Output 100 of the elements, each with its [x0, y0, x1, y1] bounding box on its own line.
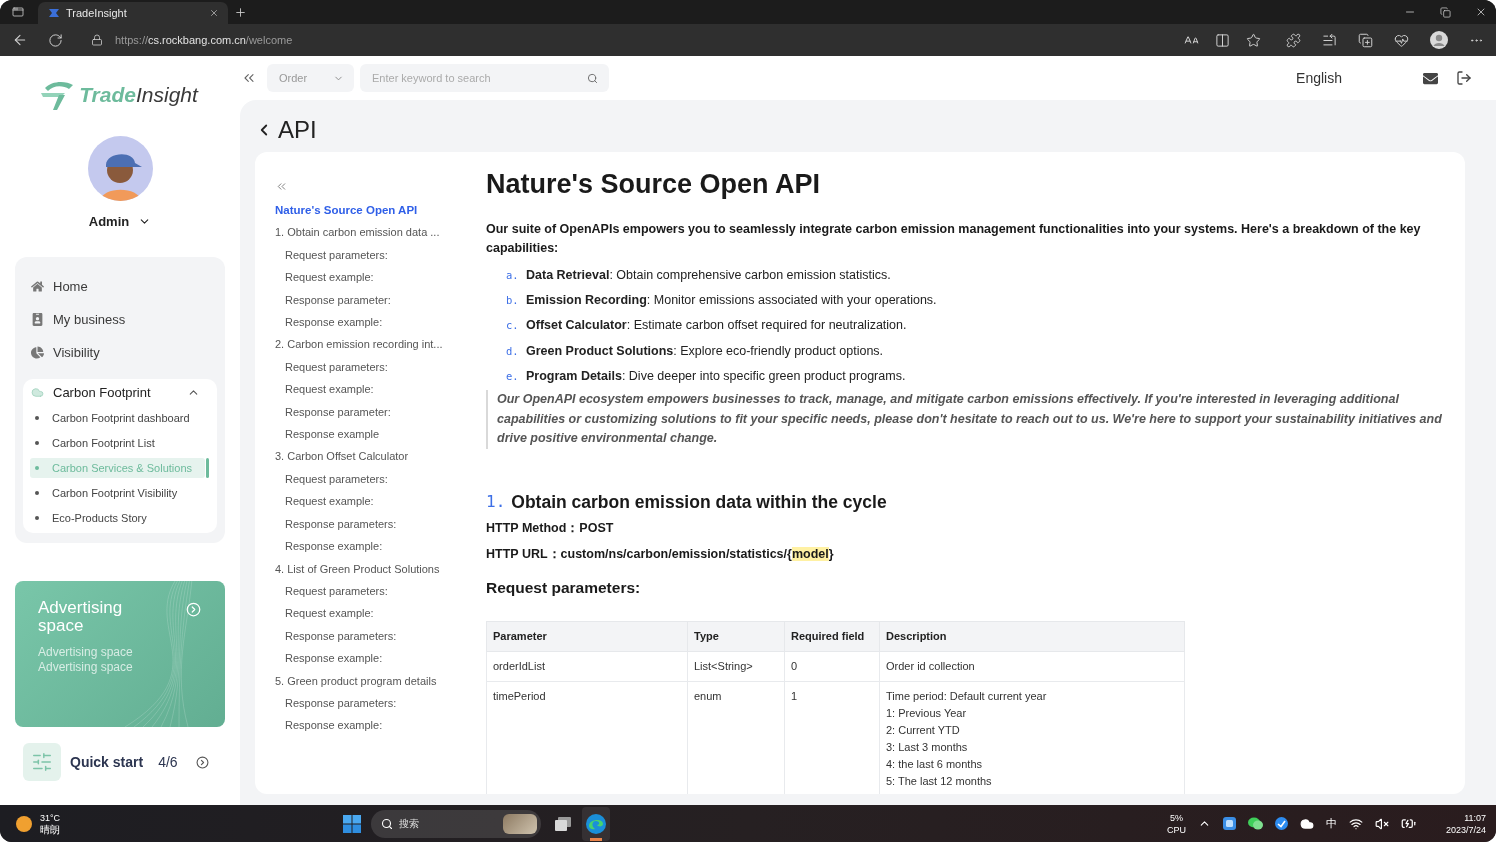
table-cell: Order id collection	[879, 651, 1185, 682]
toc-link[interactable]: 1. Obtain carbon emission data ...	[275, 221, 486, 244]
search-icon[interactable]	[587, 72, 598, 84]
toc-link[interactable]: Request parameters:	[275, 579, 486, 603]
toc-link[interactable]: Request example:	[275, 378, 486, 401]
sliders-icon	[23, 743, 61, 781]
toc-link[interactable]: 2. Carbon emission recording int...	[275, 333, 486, 356]
wifi-icon[interactable]	[1348, 816, 1363, 831]
ad-title: Advertising space	[38, 599, 124, 635]
table-header-cell: Required field	[784, 621, 880, 652]
bullet-icon	[35, 415, 39, 420]
toc-link[interactable]: Response example:	[275, 311, 486, 334]
cloud-icon[interactable]	[1299, 816, 1314, 831]
note-quote: Our OpenAPI ecosystem empowers businesses to track, manage, and mitigate carbon emissions effectively. If you're interested in leveraging additional capabilities or customizing solutions to fit your specific needs, please don't hesitate to reach out to us. We're here to support your sustainability initiatives and drive positive environmental change.	[486, 390, 1445, 449]
nav-group-header[interactable]: Carbon Footprint	[30, 379, 210, 405]
toc-link[interactable]: Response example:	[275, 714, 486, 737]
list-marker: e.	[506, 369, 520, 382]
close-icon[interactable]	[209, 8, 219, 18]
back-icon[interactable]	[12, 32, 28, 48]
toc-link[interactable]: Response parameter:	[275, 400, 486, 424]
lock-icon[interactable]	[91, 34, 103, 46]
toc-link[interactable]: Response parameters:	[275, 691, 486, 715]
chevron-circle-icon[interactable]	[195, 755, 209, 769]
start-icon[interactable]	[343, 814, 361, 833]
table-header-cell: Parameter	[486, 621, 688, 652]
copy-plus-icon[interactable]	[1358, 32, 1373, 48]
quick-start-title: Quick start	[70, 754, 144, 770]
chat-bubbles-icon[interactable]	[1247, 817, 1263, 830]
http-method: HTTP Method：POST	[486, 520, 615, 537]
section-title: Obtain carbon emission data within the cycle	[511, 491, 887, 514]
table-header-cell: Type	[687, 621, 785, 652]
app-tile-icon[interactable]	[1222, 817, 1236, 830]
mail-icon[interactable]	[1423, 70, 1438, 86]
toc-link[interactable]: 3. Carbon Offset Calculator	[275, 445, 486, 468]
weather-condition: 晴朗	[40, 823, 60, 836]
battery-icon[interactable]	[1400, 816, 1416, 831]
restore-icon[interactable]	[1440, 6, 1451, 18]
article-title: Nature's Source Open API	[486, 168, 821, 201]
logout-icon[interactable]	[1456, 70, 1472, 86]
cpu-value: 5%	[1169, 811, 1183, 824]
heart-pulse-icon[interactable]	[1394, 32, 1409, 48]
toc-link[interactable]: Request parameters:	[275, 243, 486, 267]
browser-tab[interactable]: TradeInsight	[38, 2, 228, 24]
toc-link[interactable]: 5. Green product program details	[275, 669, 486, 692]
nav-subitem[interactable]: Carbon Footprint List	[30, 432, 205, 453]
list-marker: a.	[506, 268, 520, 281]
tab-title: TradeInsight	[66, 7, 128, 19]
toc-link[interactable]: Response parameter:	[275, 288, 486, 312]
quick-start-count: 4/6	[158, 754, 178, 770]
close-icon[interactable]	[1475, 6, 1487, 18]
capability-text: Green Product Solutions: Explore eco-friendly product options.	[526, 343, 884, 358]
nav-subitem[interactable]: Carbon Footprint Visibility	[30, 482, 205, 503]
toc-link[interactable]: Request example:	[275, 602, 486, 625]
profile-icon[interactable]	[1430, 31, 1448, 49]
star-icon[interactable]	[1246, 32, 1261, 48]
toc-link[interactable]: Request parameters:	[275, 467, 486, 491]
split-view-icon[interactable]	[1215, 32, 1230, 48]
clock-time: 11:07	[1464, 811, 1486, 824]
toc-link[interactable]: Response parameters:	[275, 512, 486, 536]
list-arrow-icon[interactable]	[1322, 32, 1337, 48]
muted-speaker-icon[interactable]	[1374, 816, 1389, 831]
address-url[interactable]: https://cs.rockbang.com.cn/welcome	[115, 34, 293, 46]
bullet-icon	[35, 440, 39, 445]
check-circle-icon[interactable]	[1274, 817, 1288, 830]
toc-link[interactable]: Request parameters:	[275, 355, 486, 379]
list-marker: b.	[506, 293, 520, 306]
user-menu[interactable]: Admin	[88, 214, 152, 229]
nav-item[interactable]: My business	[23, 303, 217, 336]
cloud-icon	[31, 385, 44, 399]
http-url: HTTP URL：custom/ns/carbon/emission/statistics/{model}	[486, 545, 835, 563]
nav-item[interactable]: Visibility	[23, 336, 217, 369]
plus-icon[interactable]	[234, 5, 247, 19]
selection-bar	[206, 457, 209, 478]
nav-item[interactable]: Home	[23, 270, 217, 303]
logo-icon	[40, 79, 75, 111]
input-method: 中	[1325, 816, 1337, 831]
toc-link[interactable]: Nature's Source Open API	[275, 199, 486, 222]
bullet-icon	[35, 515, 39, 520]
toc-link[interactable]: Request example:	[275, 266, 486, 289]
toc-link[interactable]: Response example:	[275, 535, 486, 558]
toc-link[interactable]: Response example	[275, 423, 486, 446]
photo-placeholder	[503, 813, 537, 834]
refresh-icon[interactable]	[48, 32, 63, 48]
language-selector[interactable]: English	[1296, 70, 1342, 86]
toc-link[interactable]: Response parameters:	[275, 624, 486, 648]
toc-link[interactable]: Response example:	[275, 647, 486, 670]
capability-text: Program Details: Dive deeper into specific green product programs.	[526, 368, 906, 383]
search-field[interactable]: Enter keyword to search	[360, 64, 609, 92]
toc-link[interactable]: 4. List of Green Product Solutions	[275, 557, 486, 580]
puzzle-icon[interactable]	[1286, 32, 1301, 48]
toc-link[interactable]: Request example:	[275, 490, 486, 513]
capability-text: Emission Recording: Monitor emissions associated with your operations.	[526, 292, 937, 307]
nav-subitem[interactable]: Eco-Products Story	[30, 507, 205, 528]
logo-text: TradeInsight	[79, 83, 198, 107]
nav-subitem[interactable]: Carbon Footprint dashboard	[30, 407, 205, 428]
taskbar-app[interactable]	[582, 806, 610, 841]
list-marker: c.	[506, 319, 520, 332]
ad-subtitle: Advertising space Advertising space	[38, 645, 134, 675]
home-icon	[31, 280, 44, 293]
window-icon[interactable]	[12, 6, 24, 18]
